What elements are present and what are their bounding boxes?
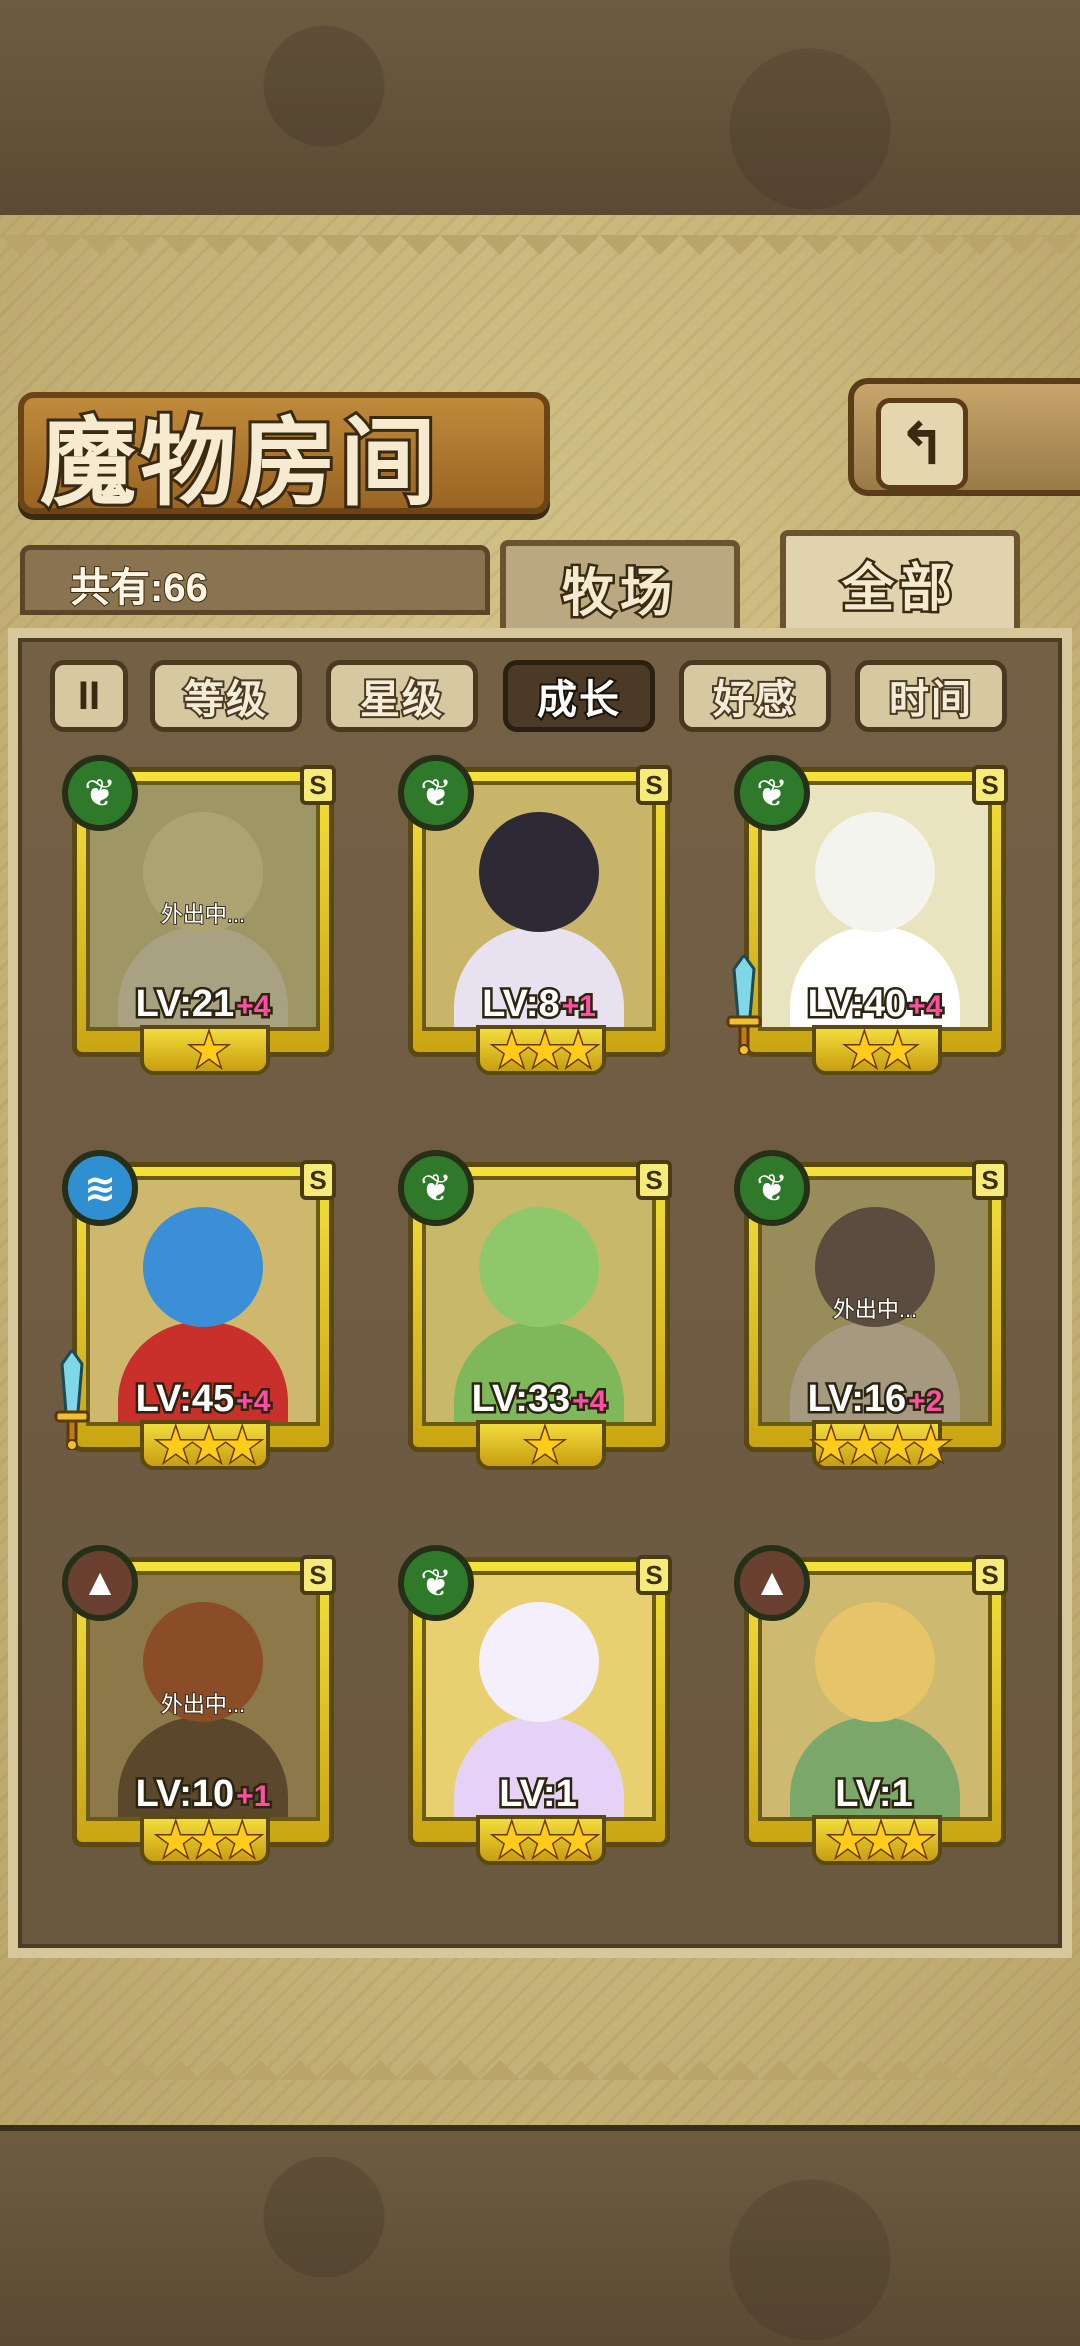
star-rating: ★★ <box>842 1023 919 1078</box>
monster-head <box>479 1602 599 1723</box>
monster-card[interactable]: 外出中... LV:21+4 ★ S ❦ <box>50 755 340 1078</box>
monster-card[interactable]: LV:1 ★★★ S ❦ <box>386 1545 676 1868</box>
sort-affection-button[interactable]: 好感 <box>679 660 831 732</box>
level-bonus: +4 <box>234 1383 273 1421</box>
monster-card[interactable]: LV:45+4 ★★★ S ≋ <box>50 1150 340 1473</box>
monster-card[interactable]: 外出中... LV:10+1 ★★★ S ▲ <box>50 1545 340 1868</box>
element-leaf-icon: ❦ <box>398 755 474 831</box>
level-label: LV:16+2 <box>758 1376 992 1423</box>
level-label: LV:10+1 <box>86 1771 320 1818</box>
element-earth-icon: ▲ <box>62 1545 138 1621</box>
rank-badge: S <box>972 765 1008 805</box>
rank-badge: S <box>636 1555 672 1595</box>
monster-count: 共有:66 <box>69 565 209 611</box>
rank-badge: S <box>636 765 672 805</box>
level-value: LV:21 <box>133 981 237 1028</box>
sort-growth-button[interactable]: 成长 <box>503 660 655 732</box>
star-rating: ★★★ <box>154 1418 265 1473</box>
star-rating: ★★★ <box>490 1813 601 1868</box>
torn-edge-top <box>0 235 1080 275</box>
level-bonus: +1 <box>559 988 598 1026</box>
back-button[interactable]: ↰ <box>848 378 1080 496</box>
sort-star-button[interactable]: 星级 <box>326 660 478 732</box>
star-rating: ★★★★ <box>809 1418 953 1473</box>
level-label: LV:33+4 <box>422 1376 656 1423</box>
level-bonus: +4 <box>234 988 273 1026</box>
monster-card[interactable]: 外出中... LV:16+2 ★★★★ S ❦ <box>722 1150 1012 1473</box>
back-arrow-icon: ↰ <box>876 398 968 490</box>
level-bonus: +4 <box>570 1383 609 1421</box>
tab-ranch[interactable]: 牧场 <box>500 540 740 630</box>
monster-head <box>815 1602 935 1723</box>
top-map-background <box>0 0 1080 221</box>
monster-head <box>479 1207 599 1328</box>
level-bonus: +1 <box>234 1778 273 1816</box>
rank-badge: S <box>972 1555 1008 1595</box>
element-leaf-icon: ❦ <box>62 755 138 831</box>
bottom-map-background <box>0 2125 1080 2346</box>
level-label: LV:1 <box>758 1771 992 1818</box>
level-label: LV:21+4 <box>86 981 320 1028</box>
element-earth-icon: ▲ <box>734 1545 810 1621</box>
element-leaf-icon: ❦ <box>398 1545 474 1621</box>
level-label: LV:8+1 <box>422 981 656 1028</box>
monster-head <box>479 812 599 933</box>
monster-card[interactable]: LV:40+4 ★★ S ❦ <box>722 755 1012 1078</box>
level-value: LV:33 <box>469 1376 573 1423</box>
sort-time-button[interactable]: 时间 <box>855 660 1007 732</box>
star-rating: ★★★ <box>490 1023 601 1078</box>
tab-all[interactable]: 全部 <box>780 530 1020 630</box>
level-value: LV:40 <box>805 981 909 1028</box>
level-value: LV:1 <box>833 1771 915 1818</box>
rank-badge: S <box>300 765 336 805</box>
sword-icon <box>726 955 762 1055</box>
monster-head <box>815 812 935 933</box>
element-leaf-icon: ❦ <box>734 1150 810 1226</box>
monster-card[interactable]: LV:1 ★★★ S ▲ <box>722 1545 1012 1868</box>
level-value: LV:45 <box>133 1376 237 1423</box>
level-bonus: +4 <box>906 988 945 1026</box>
sort-order-toggle-icon[interactable]: II <box>50 660 128 732</box>
sword-icon <box>54 1350 90 1450</box>
element-leaf-icon: ❦ <box>734 755 810 831</box>
star-rating: ★ <box>523 1418 567 1473</box>
sort-level-button[interactable]: 等级 <box>150 660 302 732</box>
away-status: 外出中... <box>832 1296 918 1323</box>
rank-badge: S <box>300 1555 336 1595</box>
rank-badge: S <box>300 1160 336 1200</box>
element-water-icon: ≋ <box>62 1150 138 1226</box>
monster-card[interactable]: LV:8+1 ★★★ S ❦ <box>386 755 676 1078</box>
monster-card[interactable]: LV:33+4 ★ S ❦ <box>386 1150 676 1473</box>
star-rating: ★★★ <box>154 1813 265 1868</box>
away-status: 外出中... <box>160 1691 246 1718</box>
level-label: LV:1 <box>422 1771 656 1818</box>
star-rating: ★ <box>187 1023 231 1078</box>
level-value: LV:16 <box>805 1376 909 1423</box>
rank-badge: S <box>972 1160 1008 1200</box>
level-bonus: +2 <box>906 1383 945 1421</box>
page-title: 魔物房间 <box>37 403 440 522</box>
rank-badge: S <box>636 1160 672 1200</box>
level-label: LV:40+4 <box>758 981 992 1028</box>
level-value: LV:10 <box>133 1771 237 1818</box>
level-label: LV:45+4 <box>86 1376 320 1423</box>
monster-head <box>143 1207 263 1328</box>
star-rating: ★★★ <box>826 1813 937 1868</box>
level-value: LV:8 <box>480 981 562 1028</box>
element-leaf-icon: ❦ <box>398 1150 474 1226</box>
level-value: LV:1 <box>497 1771 579 1818</box>
away-status: 外出中... <box>160 901 246 928</box>
torn-edge-bottom <box>0 2040 1080 2080</box>
